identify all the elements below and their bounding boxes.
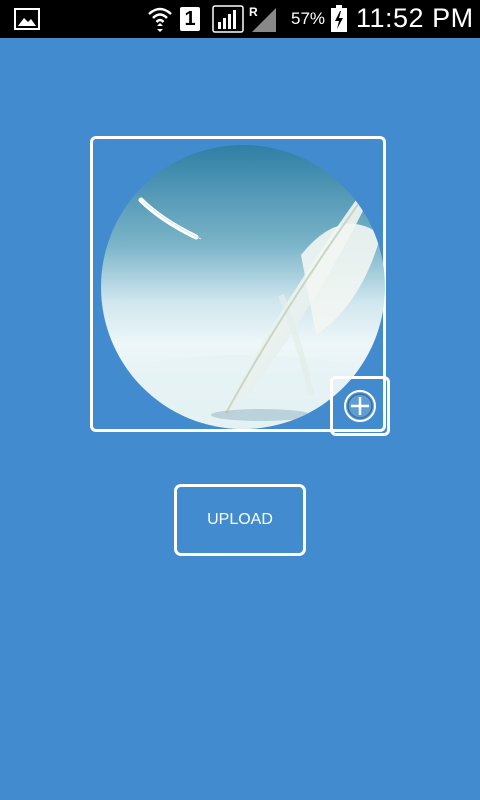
roaming-signal-icon: R [249,5,276,32]
status-bar: 1 R 57% 11:52 PM [0,0,480,38]
wifi-icon [148,7,172,32]
add-photo-button[interactable] [330,376,390,436]
battery-charging-icon [331,5,347,32]
upload-button[interactable]: UPLOAD [174,484,306,556]
signal-icon [212,5,244,33]
battery-percent: 57% [291,9,326,28]
plus-circle-icon [344,390,376,422]
clock: 11:52 PM [356,3,474,33]
sim-indicator: 1 [180,7,200,31]
image-icon [14,8,40,30]
svg-text:R: R [249,5,258,19]
